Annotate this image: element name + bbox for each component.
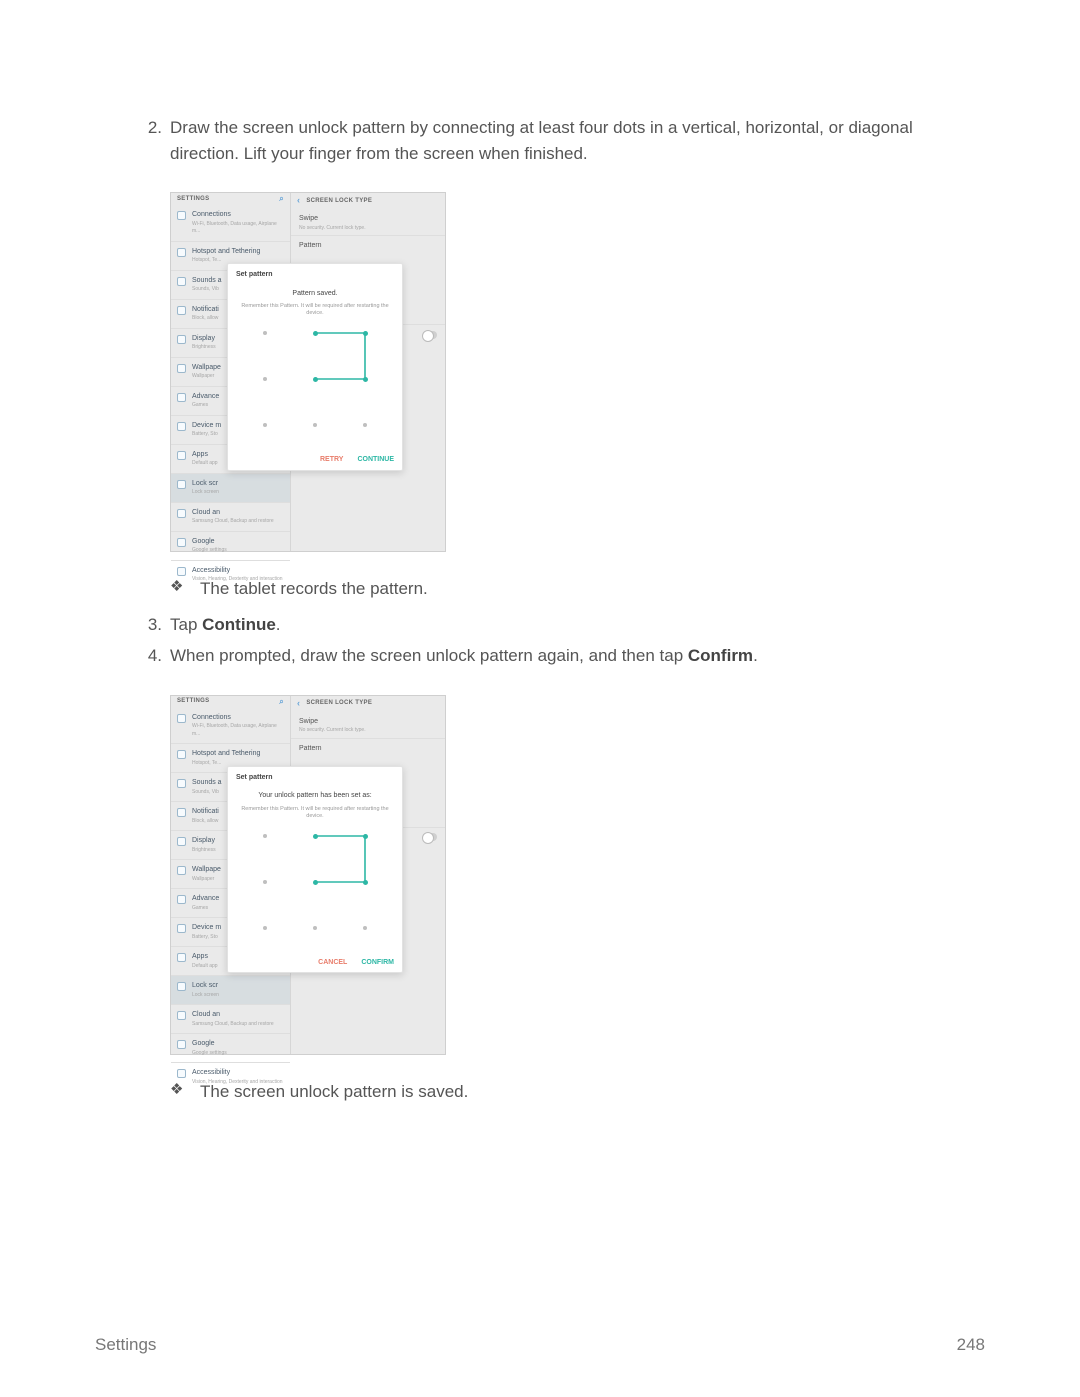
step-4-text: When prompted, draw the screen unlock pa…	[170, 643, 985, 669]
footer-section: Settings	[95, 1332, 156, 1358]
display-icon	[177, 837, 186, 846]
result-text-1: The tablet records the pattern.	[200, 576, 985, 602]
dialog-note: Remember this Pattern. It will be requir…	[236, 806, 394, 820]
lock-icon	[177, 480, 186, 489]
sidebar-item-lock-screen[interactable]: Lock scrLock screen	[171, 473, 290, 502]
sidebar-item-connections[interactable]: ConnectionsWi-Fi, Bluetooth, Data usage,…	[171, 708, 290, 744]
back-icon[interactable]: ‹	[297, 194, 300, 208]
connections-icon	[177, 211, 186, 220]
sidebar-item-lock-screen[interactable]: Lock scrLock screen	[171, 975, 290, 1004]
connections-icon	[177, 714, 186, 723]
sidebar-item-accessibility[interactable]: AccessibilityVision, Hearing, Dexterity …	[171, 1062, 290, 1091]
apps-icon	[177, 953, 186, 962]
screenshot-1: SETTINGS ⌕ ConnectionsWi-Fi, Bluetooth, …	[170, 192, 446, 552]
step-4-number: 4.	[140, 643, 170, 669]
device-icon	[177, 924, 186, 933]
lock-icon	[177, 982, 186, 991]
settings-header: SETTINGS ⌕	[171, 193, 290, 205]
sidebar-item-google[interactable]: GoogleGoogle settings	[171, 1033, 290, 1062]
lock-type-swipe[interactable]: Swipe No security. Current lock type.	[291, 209, 445, 235]
continue-button[interactable]: CONTINUE	[357, 455, 394, 466]
wallpaper-icon	[177, 364, 186, 373]
step-4: 4. When prompted, draw the screen unlock…	[140, 643, 985, 669]
step-3-number: 3.	[140, 612, 170, 638]
accessibility-icon	[177, 1069, 186, 1078]
lock-type-pattern[interactable]: Pattern	[291, 738, 445, 758]
lock-type-pattern[interactable]: Pattern	[291, 235, 445, 255]
retry-button[interactable]: RETRY	[320, 455, 343, 466]
sidebar-item-accessibility[interactable]: AccessibilityVision, Hearing, Dexterity …	[171, 560, 290, 589]
google-icon	[177, 538, 186, 547]
notifications-icon	[177, 808, 186, 817]
step-3: 3. Tap Continue.	[140, 612, 985, 638]
result-text-2: The screen unlock pattern is saved.	[200, 1079, 985, 1105]
notifications-icon	[177, 306, 186, 315]
set-pattern-dialog-1: Set pattern Pattern saved. Remember this…	[227, 263, 403, 471]
advanced-icon	[177, 895, 186, 904]
screen-lock-header-2: ‹ SCREEN LOCK TYPE	[291, 696, 445, 712]
cloud-icon	[177, 1011, 186, 1020]
display-icon	[177, 335, 186, 344]
dialog-note: Remember this Pattern. It will be requir…	[236, 303, 394, 317]
dialog-title: Set pattern	[236, 270, 394, 281]
screen-lock-title: SCREEN LOCK TYPE	[306, 197, 372, 206]
sounds-icon	[177, 779, 186, 788]
toggle-switch[interactable]	[423, 331, 437, 339]
sidebar-item-cloud[interactable]: Cloud anSamsung Cloud, Backup and restor…	[171, 1004, 290, 1033]
hotspot-icon	[177, 248, 186, 257]
search-icon[interactable]: ⌕	[279, 696, 284, 708]
sidebar-item-cloud[interactable]: Cloud anSamsung Cloud, Backup and restor…	[171, 502, 290, 531]
sidebar-item-connections[interactable]: ConnectionsWi-Fi, Bluetooth, Data usage,…	[171, 205, 290, 241]
dialog-title: Set pattern	[236, 773, 394, 784]
page-footer: Settings 248	[95, 1332, 985, 1358]
screen-lock-header: ‹ SCREEN LOCK TYPE	[291, 193, 445, 209]
apps-icon	[177, 451, 186, 460]
advanced-icon	[177, 393, 186, 402]
step-2-number: 2.	[140, 115, 170, 166]
dialog-message: Your unlock pattern has been set as:	[236, 791, 394, 802]
confirm-button[interactable]: CONFIRM	[361, 958, 394, 969]
accessibility-icon	[177, 567, 186, 576]
wallpaper-icon	[177, 866, 186, 875]
step-3-text: Tap Continue.	[170, 612, 985, 638]
toggle-switch[interactable]	[423, 833, 437, 841]
step-2: 2. Draw the screen unlock pattern by con…	[140, 115, 985, 166]
google-icon	[177, 1040, 186, 1049]
cloud-icon	[177, 509, 186, 518]
set-pattern-dialog-2: Set pattern Your unlock pattern has been…	[227, 766, 403, 974]
pattern-grid[interactable]	[245, 828, 385, 948]
step-2-text: Draw the screen unlock pattern by connec…	[170, 115, 985, 166]
footer-page-number: 248	[957, 1332, 985, 1358]
search-icon[interactable]: ⌕	[279, 193, 284, 205]
device-icon	[177, 422, 186, 431]
sidebar-item-google[interactable]: GoogleGoogle settings	[171, 531, 290, 560]
hotspot-icon	[177, 750, 186, 759]
page-body: 2. Draw the screen unlock pattern by con…	[0, 0, 1080, 1104]
sounds-icon	[177, 277, 186, 286]
pattern-grid[interactable]	[245, 325, 385, 445]
cancel-button[interactable]: CANCEL	[318, 958, 347, 969]
back-icon[interactable]: ‹	[297, 697, 300, 711]
screenshot-2: SETTINGS ⌕ ConnectionsWi-Fi, Bluetooth, …	[170, 695, 446, 1055]
dialog-message: Pattern saved.	[236, 289, 394, 300]
lock-type-swipe[interactable]: Swipe No security. Current lock type.	[291, 712, 445, 738]
settings-title: SETTINGS	[177, 195, 209, 204]
settings-header-2: SETTINGS ⌕	[171, 696, 290, 708]
